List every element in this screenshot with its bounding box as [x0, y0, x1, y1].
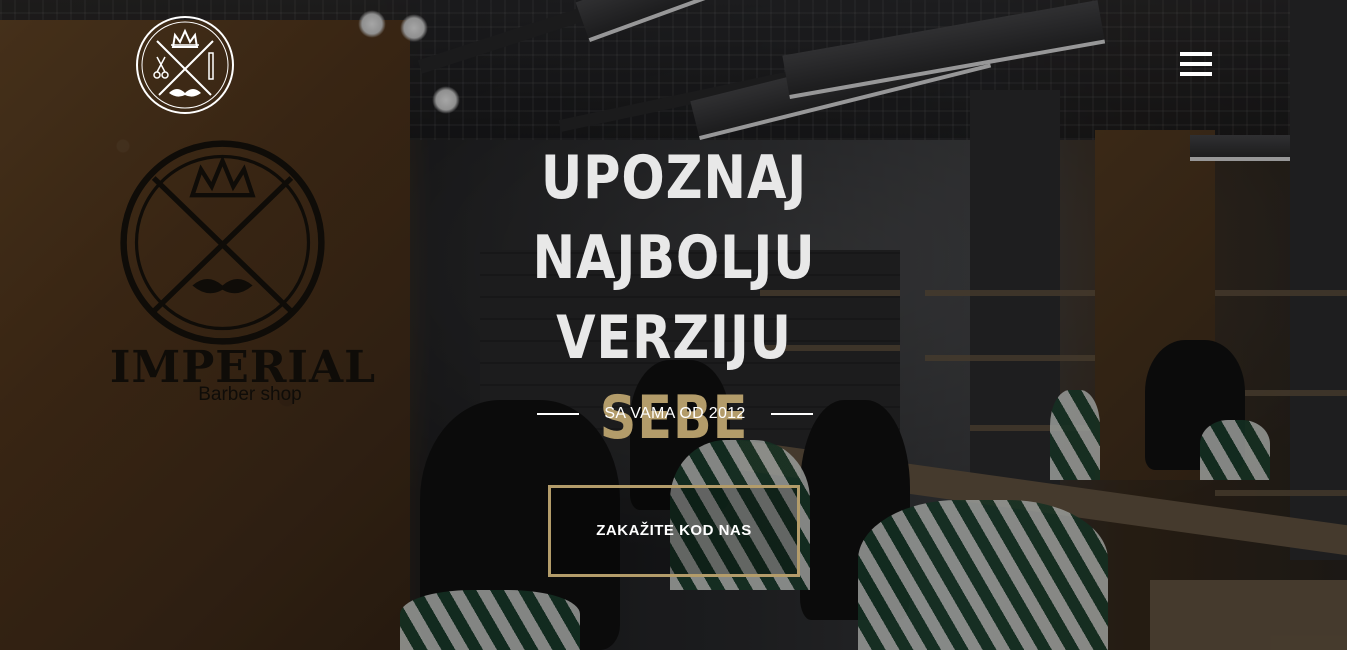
menu-bar — [1180, 52, 1212, 56]
book-appointment-button[interactable]: ZAKAŽITE KOD NAS — [548, 485, 800, 577]
menu-bar — [1180, 62, 1212, 66]
headline-line-2: NAJBOLJU VERZIJU — [532, 223, 816, 373]
menu-bar — [1180, 72, 1212, 76]
hero-tagline: SA VAMA OD 2012 — [537, 402, 813, 426]
imperial-barber-crest-icon[interactable] — [135, 15, 235, 115]
headline-line-1: UPOZNAJ — [540, 143, 808, 213]
tagline-divider-right — [771, 413, 813, 415]
hamburger-menu-icon[interactable] — [1180, 52, 1216, 82]
